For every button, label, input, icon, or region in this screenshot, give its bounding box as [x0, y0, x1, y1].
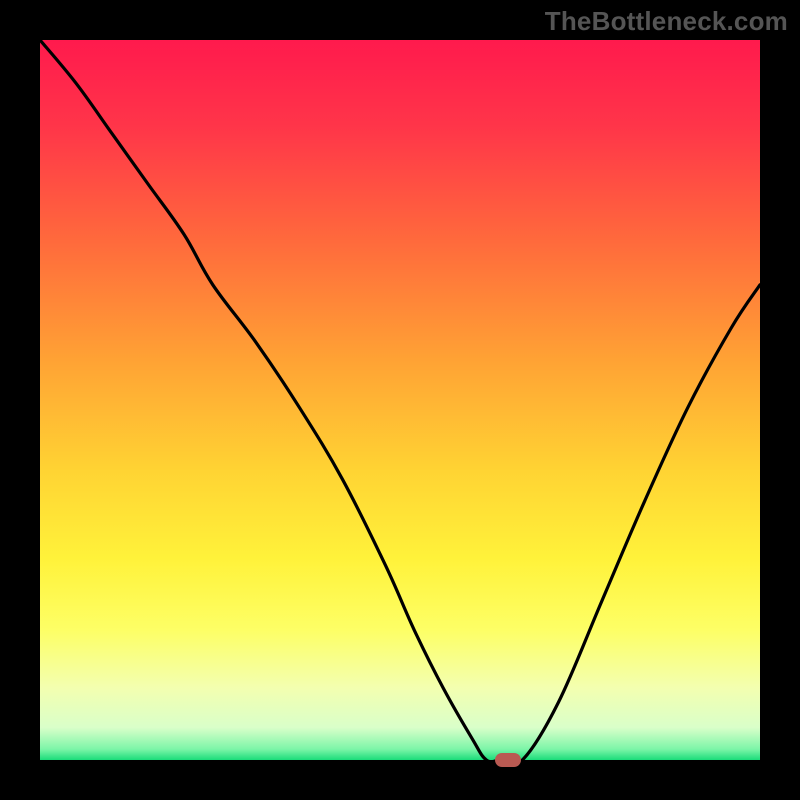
optimum-marker — [495, 753, 521, 767]
gradient-background — [40, 40, 760, 760]
chart-frame: TheBottleneck.com — [0, 0, 800, 800]
plot-area — [40, 40, 760, 760]
watermark-text: TheBottleneck.com — [545, 6, 788, 37]
